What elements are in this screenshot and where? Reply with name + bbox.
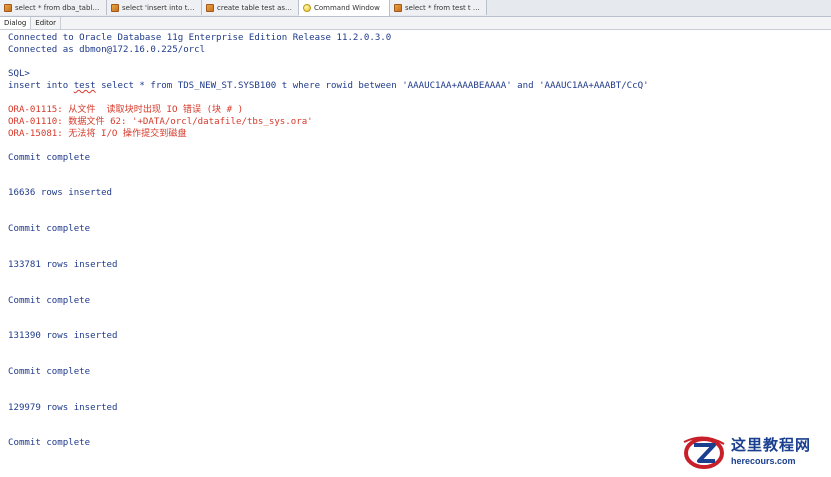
sql-prompt: SQL> xyxy=(8,69,30,79)
tab-label: select * from test t selec ... xyxy=(405,3,482,12)
commit-line: Commit complete xyxy=(8,367,91,377)
tab-label: create table test as selec ... xyxy=(217,3,294,12)
commit-line: Commit complete xyxy=(8,153,91,163)
connected-db-line: Connected to Oracle Database 11g Enterpr… xyxy=(8,33,392,43)
connected-as-line: Connected as dbmon@172.16.0.225/orcl xyxy=(8,45,206,55)
document-tab-bar: select * from dba_tables w ... select 'i… xyxy=(0,0,831,17)
command-text: insert into xyxy=(8,81,74,91)
commit-line: Commit complete xyxy=(8,224,91,234)
rows-inserted-line: 16636 rows inserted xyxy=(8,188,113,198)
command-window-icon xyxy=(303,4,311,12)
command-output-pane[interactable]: Connected to Oracle Database 11g Enterpr… xyxy=(0,30,831,477)
rows-inserted-line: 129979 rows inserted xyxy=(8,403,118,413)
error-line: ORA-01110: 数据文件 62: '+DATA/orcl/datafile… xyxy=(8,117,313,127)
tab-label: Command Window xyxy=(314,4,380,12)
tab-sql-window-3[interactable]: create table test as selec ... xyxy=(202,0,299,15)
command-window-subtabs: Dialog Editor xyxy=(0,17,831,30)
tab-label: select * from dba_tables w ... xyxy=(15,3,102,12)
rows-inserted-line: 133781 rows inserted xyxy=(8,260,118,270)
command-text: select * from TDS_NEW_ST.SYSB100 t where… xyxy=(95,81,649,91)
sql-window-icon xyxy=(394,3,402,12)
commit-line: Commit complete xyxy=(8,296,91,306)
spellcheck-word: test xyxy=(73,81,96,91)
rows-inserted-line: 131390 rows inserted xyxy=(8,331,118,341)
tab-command-window[interactable]: Command Window xyxy=(299,0,390,16)
error-line: ORA-01115: 从文件 读取块时出现 IO 错误 (块 # ) xyxy=(8,105,244,115)
tab-dialog[interactable]: Dialog xyxy=(0,17,32,29)
sql-window-icon xyxy=(206,3,214,12)
sql-window-icon xyxy=(111,3,119,12)
tab-sql-window-2[interactable]: select 'insert into test s ... xyxy=(107,0,202,15)
watermark-logo-icon xyxy=(683,436,725,469)
tab-editor[interactable]: Editor xyxy=(31,17,62,29)
tab-sql-window-1[interactable]: select * from dba_tables w ... xyxy=(0,0,107,15)
sql-window-icon xyxy=(4,3,12,12)
tab-sql-window-5[interactable]: select * from test t selec ... xyxy=(390,0,487,15)
sql-command-line: insert into test select * from TDS_NEW_S… xyxy=(8,80,649,92)
tab-label: select 'insert into test s ... xyxy=(122,3,197,12)
site-watermark: 这里教程网 herecours.com xyxy=(682,433,827,471)
error-line: ORA-15081: 无法将 I/O 操作提交到磁盘 xyxy=(8,129,187,139)
commit-line: Commit complete xyxy=(8,438,91,448)
watermark-title: 这里教程网 xyxy=(731,436,812,454)
watermark-url: herecours.com xyxy=(731,456,796,466)
